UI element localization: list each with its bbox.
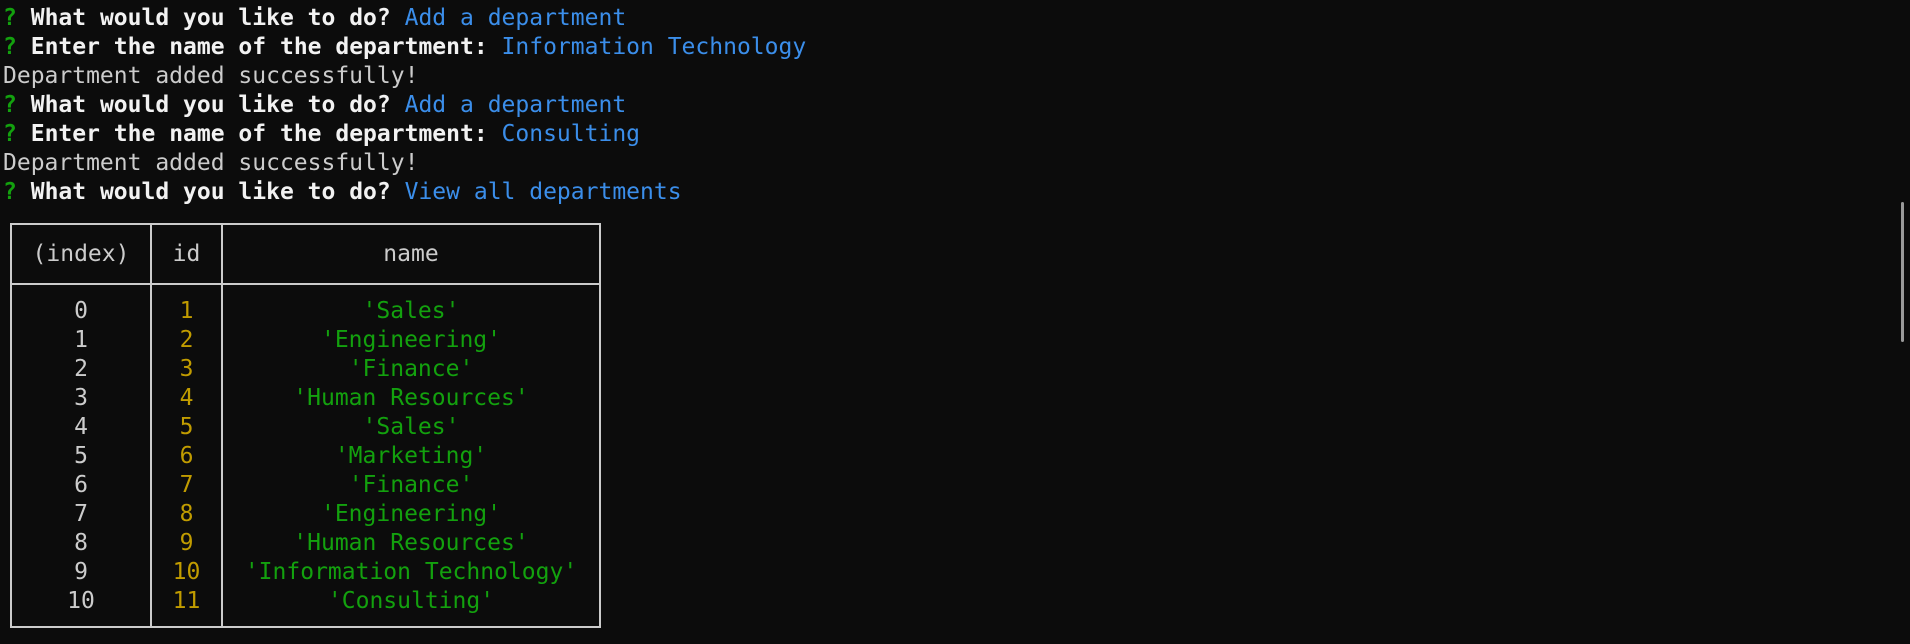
scrollbar[interactable] [1896,0,1910,644]
cell-id: 10 [150,558,223,587]
terminal-output: ? What would you like to do? Add a depar… [3,4,1883,207]
cell-index: 2 [10,355,152,384]
cell-name: 'Human Resources' [221,384,601,413]
prompt-text: Enter the name of the department: [30,34,488,60]
question-mark-icon: ? [3,179,17,205]
cell-id: 8 [150,500,223,529]
cell-id: 4 [150,384,223,413]
table-row: 7 8 'Engineering' [10,500,601,529]
cell-name: 'Human Resources' [221,529,601,558]
scrollbar-thumb[interactable] [1901,202,1904,342]
terminal-line: ? What would you like to do? Add a depar… [3,91,1883,120]
table-row: 5 6 'Marketing' [10,442,601,471]
cell-name: 'Marketing' [221,442,601,471]
cell-name: 'Consulting' [221,587,601,627]
cell-name: 'Engineering' [221,500,601,529]
header-id: id [150,223,223,285]
terminal-line: ? Enter the name of the department: Info… [3,33,1883,62]
cell-index: 10 [10,587,152,627]
terminal-line: ? What would you like to do? View all de… [3,178,1883,207]
cell-index: 6 [10,471,152,500]
table-row: 4 5 'Sales' [10,413,601,442]
cell-id: 7 [150,471,223,500]
table-row: 10 11 'Consulting' [10,587,601,627]
cell-index: 4 [10,413,152,442]
prompt-answer: Consulting [501,121,641,147]
question-mark-icon: ? [3,92,17,118]
cell-id: 9 [150,529,223,558]
prompt-text: Enter the name of the department: [30,121,488,147]
terminal-line-success: Department added successfully! [3,63,419,89]
prompt-text: What would you like to do? [30,179,391,205]
cell-id: 6 [150,442,223,471]
table-row: 6 7 'Finance' [10,471,601,500]
question-mark-icon: ? [3,121,17,147]
cell-id: 2 [150,326,223,355]
cell-name: 'Finance' [221,355,601,384]
cell-id: 1 [150,284,223,326]
cell-index: 9 [10,558,152,587]
table-row: 8 9 'Human Resources' [10,529,601,558]
prompt-answer: Add a department [404,92,627,118]
cell-index: 0 [10,284,152,326]
cell-index: 8 [10,529,152,558]
cell-index: 1 [10,326,152,355]
table-row: 2 3 'Finance' [10,355,601,384]
cell-name: 'Finance' [221,471,601,500]
cell-index: 5 [10,442,152,471]
header-name: name [221,223,601,285]
cell-id: 5 [150,413,223,442]
prompt-text: What would you like to do? [30,5,391,31]
prompt-answer: Add a department [404,5,627,31]
departments-table: (index) id name 0 1 'Sales' 1 2 'Enginee… [10,223,601,628]
cell-name: 'Engineering' [221,326,601,355]
table-header-row: (index) id name [10,223,601,285]
cell-index: 7 [10,500,152,529]
header-index: (index) [10,223,152,285]
cell-name: 'Sales' [221,284,601,326]
cell-id: 3 [150,355,223,384]
cell-name: 'Information Technology' [221,558,601,587]
prompt-answer: Information Technology [501,34,807,60]
terminal-line: ? Enter the name of the department: Cons… [3,120,1883,149]
terminal-line-success: Department added successfully! [3,150,419,176]
cell-name: 'Sales' [221,413,601,442]
question-mark-icon: ? [3,34,17,60]
prompt-text: What would you like to do? [30,92,391,118]
prompt-answer: View all departments [404,179,682,205]
table-row: 3 4 'Human Resources' [10,384,601,413]
cell-index: 3 [10,384,152,413]
question-mark-icon: ? [3,5,17,31]
table-row: 0 1 'Sales' [10,284,601,326]
table-row: 1 2 'Engineering' [10,326,601,355]
table-row: 9 10 'Information Technology' [10,558,601,587]
terminal-line: ? What would you like to do? Add a depar… [3,4,1883,33]
cell-id: 11 [150,587,223,627]
